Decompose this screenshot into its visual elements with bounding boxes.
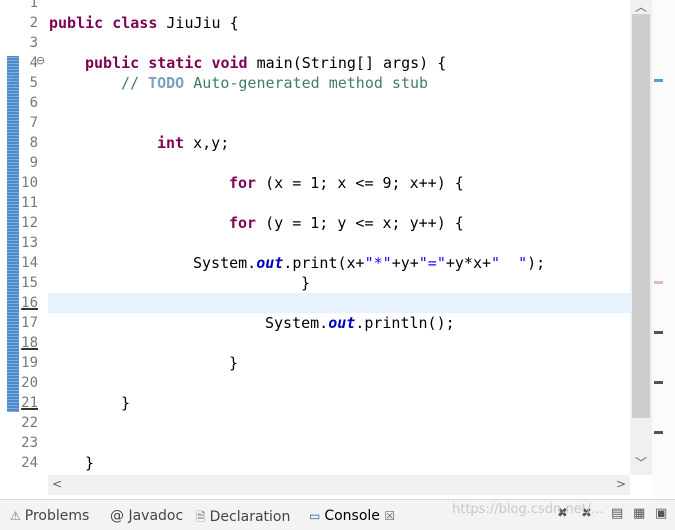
code-text: (x = 1; x <= 9; x++) {: [256, 174, 464, 192]
line-number: 10: [21, 175, 38, 191]
code-editor[interactable]: 1 2 3 4 5 6 7 8 9 10 11 12 13 14 15 16 17 18 19 20 21 22 23 24 …: [0, 0, 675, 497]
code-line-10: for (x = 1; x <= 9; x++) {: [229, 173, 464, 193]
tab-console[interactable]: ▭ Console ☒: [309, 508, 395, 524]
static-field: out: [328, 314, 356, 332]
keyword: public: [85, 54, 140, 72]
line-number: 4: [29, 55, 38, 71]
scroll-up-icon[interactable]: ︿: [635, 0, 647, 15]
line-number: 6: [29, 95, 38, 111]
code-text: JiuJiu {: [166, 14, 239, 32]
line-number: 11: [21, 195, 38, 211]
line-number: 22: [21, 415, 38, 431]
tab-declaration[interactable]: 🗎 Declaration: [196, 508, 290, 529]
scroll-lock-icon[interactable]: ▦: [633, 506, 645, 521]
code-text: main(String[] args) {: [256, 54, 447, 72]
code-line-5: // TODO Auto-generated method stub: [121, 73, 428, 93]
code-line-19: }: [229, 354, 239, 372]
code-line-15: }: [301, 274, 311, 292]
keyword: for: [229, 174, 257, 192]
code-text: (y = 1; y <= x; y++) {: [256, 214, 464, 232]
line-number: 9: [29, 155, 38, 171]
tab-javadoc[interactable]: @ Javadoc: [110, 508, 183, 524]
code-text: .println();: [355, 314, 455, 332]
string-literal: " ": [491, 254, 528, 272]
warning-marker-icon: ⁄: [9, 75, 11, 86]
tab-problems[interactable]: ⚠ Problems: [10, 508, 89, 524]
tab-label: Problems: [24, 508, 90, 524]
overview-ruler[interactable]: [652, 0, 675, 497]
code-text: +y+: [391, 254, 419, 272]
todo-tag: TODO: [148, 74, 185, 92]
string-literal: "*": [364, 254, 392, 272]
tab-label: Console: [324, 508, 380, 524]
tab-label: @ Javadoc: [110, 508, 184, 524]
code-line-12: for (y = 1; y <= x; y++) {: [229, 213, 464, 233]
overview-marker[interactable]: [654, 431, 663, 434]
static-field: out: [256, 254, 284, 272]
code-text: .print(x+: [283, 254, 365, 272]
vertical-scroll-thumb[interactable]: [632, 14, 650, 418]
keyword: class: [112, 14, 158, 32]
line-number: 12: [21, 215, 38, 231]
code-text: +y*x+: [445, 254, 492, 272]
declaration-icon: 🗎: [196, 510, 206, 524]
code-line-4: public static void main(String[] args) {: [85, 53, 446, 73]
overview-marker[interactable]: [654, 381, 663, 384]
code-text: System.: [193, 254, 257, 272]
line-number: 21: [21, 395, 38, 411]
line-number: 5: [29, 75, 38, 91]
code-line-17: System.out.println();: [265, 313, 455, 333]
tab-label: Declaration: [209, 509, 291, 525]
pin-console-icon[interactable]: ▣: [655, 506, 667, 521]
keyword: void: [211, 54, 248, 72]
line-number: 20: [21, 375, 38, 391]
line-number: 3: [29, 35, 38, 51]
scroll-left-icon[interactable]: <: [52, 477, 62, 491]
line-number: 17: [21, 315, 38, 331]
code-text: );: [527, 254, 546, 272]
keyword: public: [49, 14, 104, 32]
scroll-right-icon[interactable]: >: [616, 477, 626, 491]
code-line-2: public class JiuJiu {: [49, 13, 239, 33]
scroll-down-icon[interactable]: ﹀: [635, 454, 647, 471]
code-line-21: }: [121, 394, 131, 412]
console-icon: ▭: [309, 509, 321, 523]
line-number: 8: [29, 135, 38, 151]
overview-marker[interactable]: [654, 331, 663, 334]
keyword: static: [148, 54, 203, 72]
line-number: 19: [21, 355, 38, 371]
line-number: 23: [21, 435, 38, 451]
line-number: 2: [29, 15, 38, 31]
comment-text: Auto-generated method stub: [184, 74, 429, 92]
line-number: 7: [29, 115, 38, 131]
watermark: https://blog.csdn.net/...: [452, 502, 604, 517]
horizontal-scrollbar[interactable]: [48, 475, 630, 495]
string-literal: "=": [418, 254, 446, 272]
code-line-8: int x,y;: [157, 133, 229, 153]
line-number: 16: [21, 295, 38, 311]
line-number: 14: [21, 255, 38, 271]
code-text: x,y;: [184, 134, 230, 152]
clear-console-icon[interactable]: ▤: [611, 506, 623, 521]
line-number: 15: [21, 275, 38, 291]
code-line-14: System.out.print(x+"*"+y+"="+y*x+" ");: [193, 253, 545, 273]
current-line-highlight: [48, 293, 630, 313]
overview-task-marker[interactable]: [654, 79, 663, 82]
close-tab-icon[interactable]: ☒: [384, 509, 395, 523]
line-number: 1: [29, 0, 38, 11]
comment-text: //: [121, 74, 149, 92]
keyword: for: [229, 214, 257, 232]
line-number: 18: [21, 335, 38, 351]
line-number: 13: [21, 235, 38, 251]
line-number: 24: [21, 455, 38, 471]
problems-icon: ⚠: [10, 509, 21, 523]
fold-minus-icon[interactable]: ⊖: [36, 54, 45, 67]
overview-marker[interactable]: [654, 281, 663, 284]
keyword: int: [157, 134, 185, 152]
code-text: System.: [265, 314, 329, 332]
code-line-24: }: [85, 454, 95, 472]
